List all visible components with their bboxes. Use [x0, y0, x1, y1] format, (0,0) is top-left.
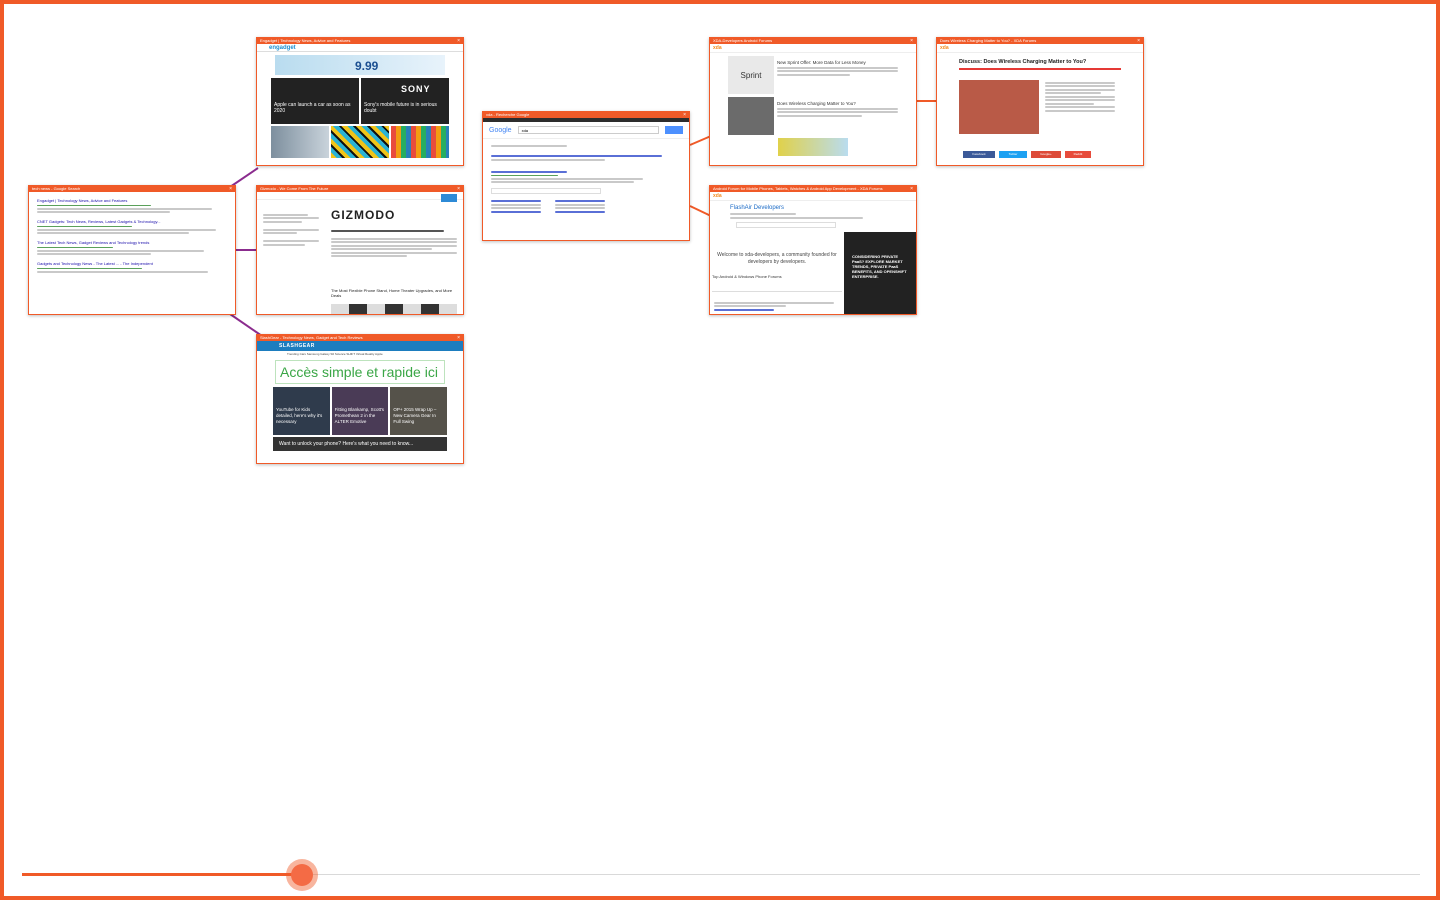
tab-card-xda-article[interactable]: Does Wireless Charging Matter to You? - …	[936, 37, 1144, 166]
article-title: Does Wireless Charging Matter to You?	[777, 101, 856, 106]
article-tile-title: Apple can launch a car as soon as 2020	[274, 102, 351, 114]
sidebar-ad[interactable]: CONSIDERING PRIVATE PaaS? EXPLORE MARKET…	[844, 232, 916, 314]
search-result-title: The Latest Tech News, Gadget Reviews and…	[37, 240, 150, 246]
share-reddit-button[interactable]: Reddit	[1065, 151, 1091, 158]
site-logo: engadget	[269, 44, 296, 51]
share-google-button[interactable]: Google+	[1031, 151, 1061, 158]
thumbnail-strip	[331, 304, 457, 314]
tab-card-slashgear[interactable]: SlashGear - Technology News, Gadget and …	[256, 334, 464, 464]
tab-card-google-xda[interactable]: xda - Recherche Google × Google xda	[482, 111, 690, 241]
article-item[interactable]: Sprint New Sprint Offer: More Data for L…	[728, 56, 898, 94]
share-twitter-button[interactable]: Twitter	[999, 151, 1027, 158]
timeline-handle[interactable]	[286, 859, 318, 891]
banner-ad[interactable]: 9.99	[275, 55, 445, 75]
tab-card-google-tech-news[interactable]: tech news - Google Search × Engadget | Te…	[28, 185, 236, 315]
search-result[interactable]: Engadget | Technology News, Advice and F…	[37, 198, 227, 214]
site-header: SLASHGEAR	[257, 341, 463, 351]
article-tile[interactable]: Apple can launch a car as soon as 2020	[271, 78, 359, 124]
site-logo: xda	[940, 45, 949, 51]
ad-price: 9.99	[355, 59, 379, 73]
tab-card-xda-home[interactable]: XDA-Developers Android Forums × xda Sprin…	[709, 37, 917, 166]
subscribe-button[interactable]	[441, 194, 457, 202]
search-result-title: Gadgets and Technology News - The Latest…	[37, 261, 153, 267]
search-result[interactable]: CNET Gadgets: Tech News, Reviews, Latest…	[37, 219, 227, 235]
brand-logo: Sprint	[728, 56, 774, 94]
site-header: xda	[710, 192, 916, 201]
site-logo: SLASHGEAR	[279, 343, 315, 349]
banner-ad[interactable]: Accès simple et rapide ici !	[275, 360, 445, 402]
section-heading: Top Android & Windows Phone Forums	[712, 274, 782, 279]
article-headline[interactable]: The Most Flexible Phone Stand, Home Thea…	[331, 288, 463, 298]
article-tile[interactable]: SONY Sony's mobile future is in serious d…	[361, 78, 449, 124]
site-logo: xda	[713, 193, 722, 199]
site-nav[interactable]: Trending Cars Samsung Galaxy S6 Science …	[257, 351, 463, 357]
site-header: engadget	[257, 44, 463, 52]
share-facebook-button[interactable]: Facebook	[963, 151, 995, 158]
article-tile-title: Sony's mobile future is in serious doubt	[364, 102, 437, 114]
tab-card-gizmodo[interactable]: Gizmodo - We Come From The Future × GIZMO…	[256, 185, 464, 315]
welcome-text: Welcome to xda-developers, a community f…	[717, 252, 837, 265]
thumbnail	[391, 126, 449, 158]
forum-title[interactable]: FlashAir Developers	[730, 205, 916, 211]
search-result[interactable]: Gadgets and Technology News - The Latest…	[37, 261, 227, 273]
search-result-title: Engadget | Technology News, Advice and F…	[37, 198, 128, 203]
site-header: xda	[937, 44, 1143, 53]
article-title: New Sprint Offer: More Data for Less Mon…	[777, 60, 866, 65]
search-result-title: CNET Gadgets: Tech News, Reviews, Latest…	[37, 219, 161, 225]
article-image	[959, 80, 1039, 134]
article-tile[interactable]: Fitting Blankamp, Scott's Promethean 2 i…	[331, 387, 389, 435]
site-header: xda	[710, 44, 916, 53]
article-headline: Discuss: Does Wireless Charging Matter t…	[959, 59, 1087, 65]
search-input[interactable]: xda	[517, 126, 659, 134]
featured-article-bar[interactable]: Want to unlock your phone? Here's what y…	[273, 437, 447, 451]
thumbnail	[331, 126, 389, 158]
timeline-progress	[22, 873, 302, 876]
search-result[interactable]: The Latest Tech News, Gadget Reviews and…	[37, 240, 227, 256]
thumbnail	[271, 126, 329, 158]
site-logo: xda	[713, 45, 722, 51]
site-logo: GIZMODO	[331, 208, 396, 222]
article-tile[interactable]: OP+ 2015 Wrap Up – New Camera Gear In Fu…	[390, 387, 448, 435]
banner-ad[interactable]	[778, 138, 848, 156]
search-input[interactable]	[736, 221, 836, 228]
article-tile[interactable]: YouTube for Kids detailed, here's why it…	[273, 387, 330, 435]
article-item[interactable]: Does Wireless Charging Matter to You?	[728, 97, 898, 135]
brand-logo: SONY	[401, 84, 431, 94]
google-logo: Google	[489, 126, 512, 134]
tab-card-xda-forum[interactable]: Android Forum for Mobile Phones, Tablets…	[709, 185, 917, 315]
search-button[interactable]	[665, 126, 683, 134]
tab-card-engadget[interactable]: Engadget | Technology News, Advice and F…	[256, 37, 464, 166]
